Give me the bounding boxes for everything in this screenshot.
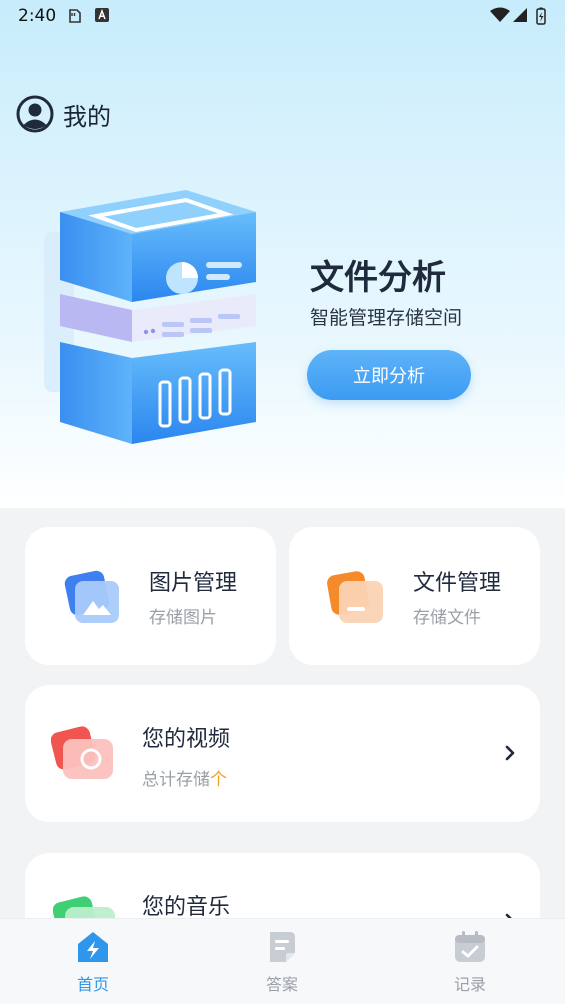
folder-icon — [327, 571, 383, 623]
camera-icon — [51, 726, 113, 779]
signal-icon — [513, 8, 527, 22]
file-management-card[interactable]: 文件管理 存储文件 — [289, 527, 540, 665]
storage-server-illustration — [44, 190, 256, 444]
keyboard-a-icon — [95, 8, 109, 22]
tab-home-label: 首页 — [76, 975, 109, 994]
tab-answers-label: 答案 — [265, 975, 298, 994]
tab-records[interactable]: 记录 — [430, 929, 510, 995]
storage-notification-icon — [69, 9, 81, 23]
your-music-title: 您的音乐 — [142, 895, 231, 920]
hero-subtitle: 智能管理存储空间 — [310, 307, 463, 329]
image-management-card[interactable]: 图片管理 存储图片 — [25, 527, 276, 665]
bottom-tab-bar: 首页 答案 记录 — [0, 918, 565, 1004]
your-videos-subtitle-prefix: 总计存储 — [142, 770, 210, 790]
hero-section: 2:40 我的 文件分析 智能管理存储空间 立即分析 — [0, 0, 565, 508]
tab-answers[interactable]: 答案 — [242, 929, 322, 995]
tab-records-label: 记录 — [453, 975, 486, 994]
analyze-now-button[interactable]: 立即分析 — [307, 350, 471, 400]
file-management-title: 文件管理 — [413, 571, 502, 596]
image-management-title: 图片管理 — [149, 571, 238, 596]
user-avatar-icon[interactable] — [16, 95, 54, 133]
your-videos-card[interactable]: 您的视频 总计存储个 — [25, 685, 540, 822]
image-management-subtitle: 存储图片 — [149, 608, 217, 628]
profile-title: 我的 — [63, 102, 111, 131]
home-bolt-icon — [78, 932, 108, 962]
status-time: 2:40 — [18, 6, 57, 26]
your-videos-count-unit: 个 — [210, 770, 227, 790]
chevron-right-icon[interactable] — [504, 745, 516, 761]
document-icon — [270, 932, 295, 962]
calendar-check-icon — [455, 931, 485, 962]
your-videos-subtitle: 总计存储个 — [142, 765, 227, 790]
file-management-subtitle: 存储文件 — [413, 608, 481, 628]
profile-header[interactable]: 我的 — [16, 95, 111, 133]
hero-title: 文件分析 — [310, 258, 446, 298]
battery-icon — [536, 7, 546, 25]
status-bar: 2:40 — [0, 0, 565, 32]
image-gallery-icon — [64, 570, 119, 623]
wifi-icon — [490, 7, 510, 22]
tab-home[interactable]: 首页 — [53, 929, 133, 995]
your-videos-title: 您的视频 — [142, 727, 231, 752]
